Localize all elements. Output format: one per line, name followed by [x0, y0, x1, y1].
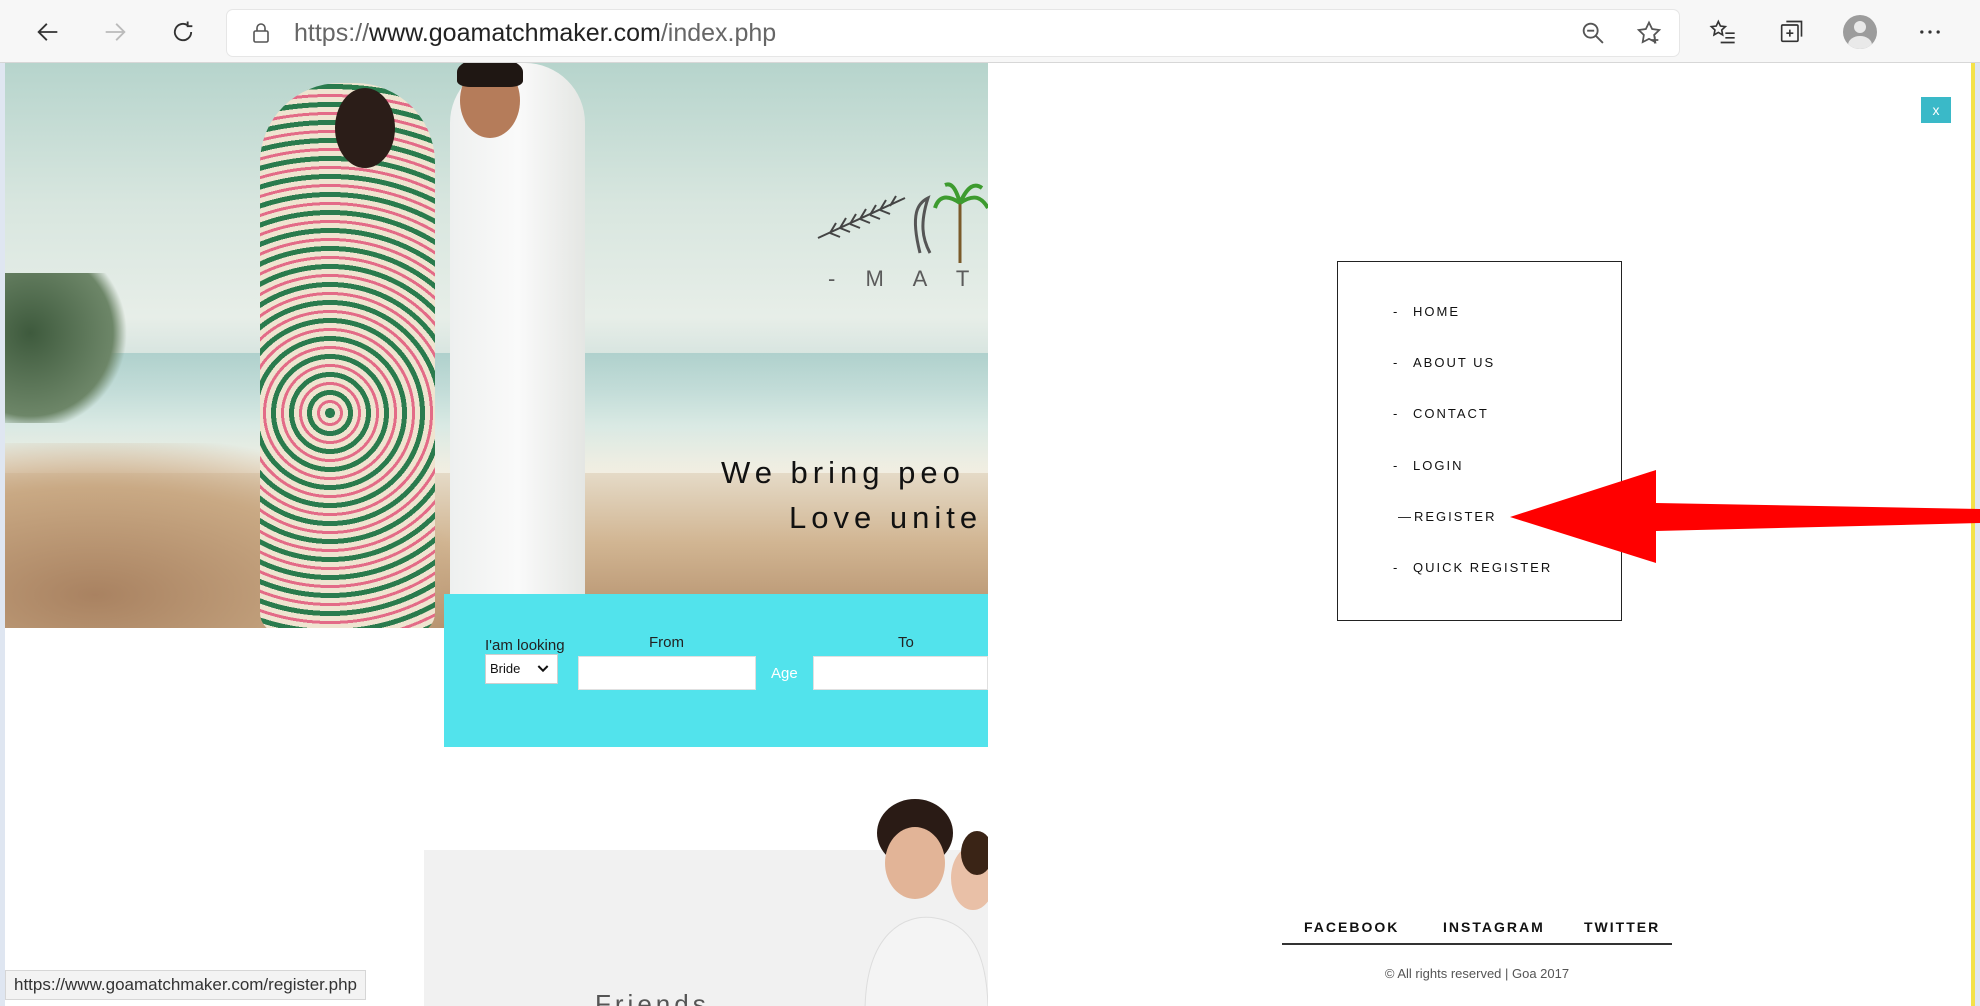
status-bar-url: https://www.goamatchmaker.com/register.p… — [5, 970, 366, 1000]
looking-select[interactable]: Bride — [485, 654, 558, 684]
url-text: https://www.goamatchmaker.com/index.php — [294, 19, 777, 47]
menu-item-login[interactable]: - LOGIN — [1393, 458, 1463, 473]
logo-leaf-icon — [817, 182, 988, 263]
avatar-icon — [1843, 15, 1877, 49]
chevron-down-icon — [537, 665, 549, 673]
from-label: From — [649, 634, 684, 651]
to-label: To — [898, 634, 914, 651]
menu-label: ABOUT US — [1413, 355, 1496, 370]
zoom-out-icon[interactable] — [1579, 19, 1607, 47]
menu-item-home[interactable]: - HOME — [1393, 304, 1460, 319]
nav-menu: - HOME - ABOUT US - CONTACT - LOGIN —REGISTE… — [1337, 261, 1622, 621]
menu-label: HOME — [1413, 304, 1460, 319]
hero-woman-head — [335, 88, 395, 168]
hero-man — [450, 63, 585, 628]
refresh-icon[interactable] — [165, 14, 201, 50]
menu-item-contact[interactable]: - CONTACT — [1393, 406, 1489, 421]
search-panel: I'am looking From To Bride Age — [444, 594, 988, 747]
site-logo[interactable]: - M A T C H — [810, 163, 988, 308]
copyright-text: © All rights reserved | Goa 2017 — [1384, 966, 1570, 981]
address-bar[interactable]: https://www.goamatchmaker.com/index.php — [227, 10, 1679, 56]
more-options-icon[interactable] — [1912, 14, 1948, 50]
close-menu-button[interactable]: x — [1921, 97, 1951, 123]
facebook-link[interactable]: FACEBOOK — [1304, 919, 1399, 935]
couple-photo — [864, 799, 988, 1006]
back-icon[interactable] — [30, 14, 66, 50]
menu-dash: — — [1398, 509, 1413, 524]
profile-avatar[interactable] — [1842, 14, 1878, 50]
menu-label: CONTACT — [1413, 406, 1489, 421]
age-from-input[interactable] — [578, 656, 756, 690]
social-links: FACEBOOK INSTAGRAM TWITTER — [1282, 919, 1672, 945]
hero-image: - M A T C H We bring peo Love unite — [5, 63, 988, 628]
hero-man-hair — [457, 63, 523, 87]
menu-label: LOGIN — [1413, 458, 1464, 473]
collections-icon[interactable] — [1773, 14, 1809, 50]
hero-woman — [260, 83, 435, 628]
hero-hill — [5, 273, 135, 423]
section-heading-cut: Friends ... — [595, 989, 755, 1006]
age-label: Age — [771, 665, 798, 682]
browser-toolbar: https://www.goamatchmaker.com/index.php — [0, 0, 1980, 63]
menu-dash: - — [1393, 304, 1400, 319]
tagline-line-1: We bring peo — [721, 455, 965, 490]
menu-item-about-us[interactable]: - ABOUT US — [1393, 355, 1495, 370]
menu-dash: - — [1393, 560, 1400, 575]
lock-icon — [253, 23, 269, 43]
tagline-line-2: Love unite — [789, 500, 983, 535]
annotation-arrow-icon — [1510, 470, 1980, 563]
menu-dash: - — [1393, 355, 1400, 370]
favorites-icon[interactable] — [1705, 14, 1741, 50]
forward-icon[interactable] — [97, 14, 133, 50]
age-to-input[interactable] — [813, 656, 988, 690]
looking-select-value: Bride — [490, 661, 521, 676]
menu-dash: - — [1393, 406, 1400, 421]
logo-subtitle: - M A T C H — [828, 266, 988, 291]
favorite-star-icon[interactable] — [1635, 19, 1663, 47]
instagram-link[interactable]: INSTAGRAM — [1443, 919, 1545, 935]
looking-label: I'am looking — [485, 637, 565, 654]
menu-dash: - — [1393, 458, 1400, 473]
menu-item-register[interactable]: —REGISTER — [1398, 509, 1496, 524]
twitter-link[interactable]: TWITTER — [1584, 919, 1660, 935]
menu-label: REGISTER — [1414, 509, 1497, 524]
